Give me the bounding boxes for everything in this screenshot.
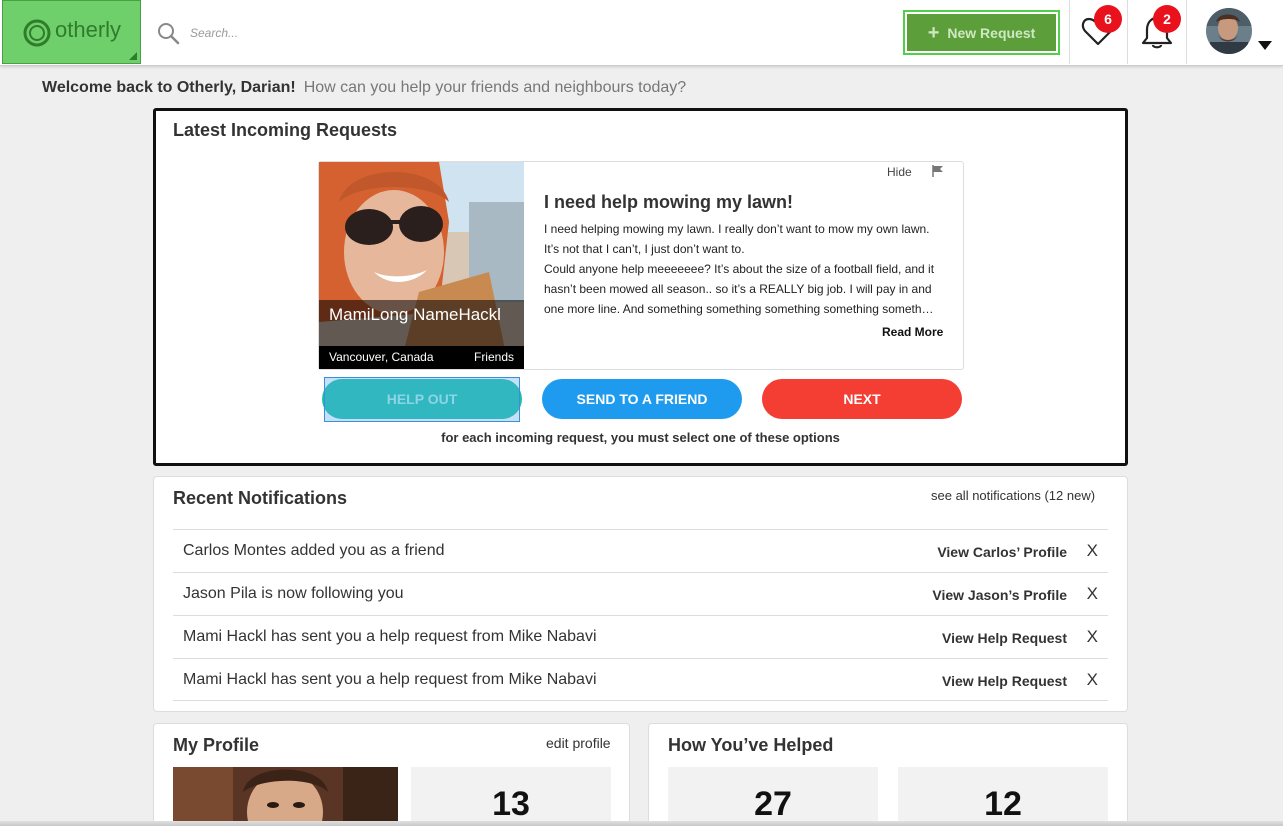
helped-stat-value: 27 (754, 785, 792, 823)
user-avatar[interactable] (1206, 8, 1252, 54)
logo[interactable]: otherly (2, 0, 141, 64)
requester-name: MamiLong NameHackl (329, 305, 501, 324)
requester-photo[interactable]: MamiLong NameHackl Vancouver, Canada Fri… (319, 162, 524, 369)
notification-action-link[interactable]: View Help Request (942, 673, 1067, 689)
close-icon[interactable]: X (1087, 541, 1098, 561)
requester-relation: Friends (473, 350, 514, 364)
notification-text: Mami Hackl has sent you a help request f… (183, 628, 597, 645)
new-request-label: New Request (947, 24, 1036, 41)
search-icon[interactable] (156, 21, 180, 45)
request-title[interactable]: I need help mowing my lawn! (544, 192, 793, 213)
helped-stat-box: 27 (668, 767, 878, 826)
notification-text: Jason Pila is now following you (183, 585, 404, 602)
see-all-notifications-link[interactable]: see all notifications (12 new) (931, 488, 1095, 503)
welcome-subtitle: How can you help your friends and neighb… (303, 79, 687, 96)
request-body-paragraph: Could anyone help meeeeeee? It’s about t… (544, 262, 935, 316)
hide-request-link[interactable]: Hide (887, 165, 912, 179)
helped-stat-value: 12 (984, 785, 1022, 823)
flag-icon[interactable] (932, 165, 944, 177)
new-request-button[interactable]: + New Request (903, 10, 1060, 55)
notification-action-link[interactable]: View Jason’s Profile (932, 587, 1067, 603)
helped-stat-box: 12 (898, 767, 1108, 826)
incoming-requests-title: Latest Incoming Requests (173, 120, 398, 140)
read-more-link[interactable]: Read More (882, 325, 943, 339)
divider (1069, 0, 1070, 64)
notification-row: Jason Pila is now following you View Jas… (173, 572, 1108, 615)
profile-photo[interactable] (173, 767, 398, 826)
how-youve-helped-title: How You’ve Helped (668, 735, 834, 755)
favorites-badge: 6 (1094, 5, 1122, 33)
brand-name: otherly (55, 17, 122, 42)
notification-action-link[interactable]: View Carlos’ Profile (937, 544, 1067, 560)
close-icon[interactable]: X (1087, 584, 1098, 604)
notification-text: Carlos Montes added you as a friend (183, 542, 445, 559)
welcome-greeting: Welcome back to Otherly, Darian! (42, 79, 296, 96)
bottom-edge-shadow (0, 821, 1283, 826)
notification-text: Mami Hackl has sent you a help request f… (183, 671, 597, 688)
send-to-friend-button[interactable]: SEND TO A FRIEND (542, 379, 742, 419)
notification-action-link[interactable]: View Help Request (942, 630, 1067, 646)
request-body-paragraph: I need helping mowing my lawn. I really … (544, 222, 930, 256)
help-out-button[interactable]: HELP OUT (322, 379, 522, 419)
divider (1186, 0, 1187, 64)
top-navigation-bar: otherly + New Request 6 2 (0, 0, 1283, 66)
next-button[interactable]: NEXT (762, 379, 962, 419)
request-description: I need helping mowing my lawn. I really … (544, 219, 944, 319)
notification-row: Mami Hackl has sent you a help request f… (173, 658, 1108, 701)
my-profile-title: My Profile (173, 735, 260, 755)
notifications-title: Recent Notifications (173, 488, 348, 508)
plus-icon: + (927, 21, 940, 44)
edit-profile-link[interactable]: edit profile (546, 735, 611, 751)
profile-stat-value: 13 (492, 785, 530, 823)
notifications-badge: 2 (1153, 5, 1181, 33)
requester-location: Vancouver, Canada (329, 350, 434, 364)
logo-corner-indicator (129, 52, 137, 60)
search-input[interactable] (190, 22, 790, 44)
otherly-logo-icon (23, 19, 51, 47)
request-options-hint: for each incoming request, you must sele… (441, 430, 840, 445)
notification-row: Mami Hackl has sent you a help request f… (173, 615, 1108, 658)
profile-stat-box: 13 (411, 767, 611, 826)
chevron-down-icon[interactable] (1258, 41, 1272, 50)
notification-row: Carlos Montes added you as a friend View… (173, 529, 1108, 572)
divider (1127, 0, 1128, 64)
close-icon[interactable]: X (1087, 627, 1098, 647)
close-icon[interactable]: X (1087, 670, 1098, 690)
welcome-message: Welcome back to Otherly, Darian! How can … (42, 79, 686, 97)
